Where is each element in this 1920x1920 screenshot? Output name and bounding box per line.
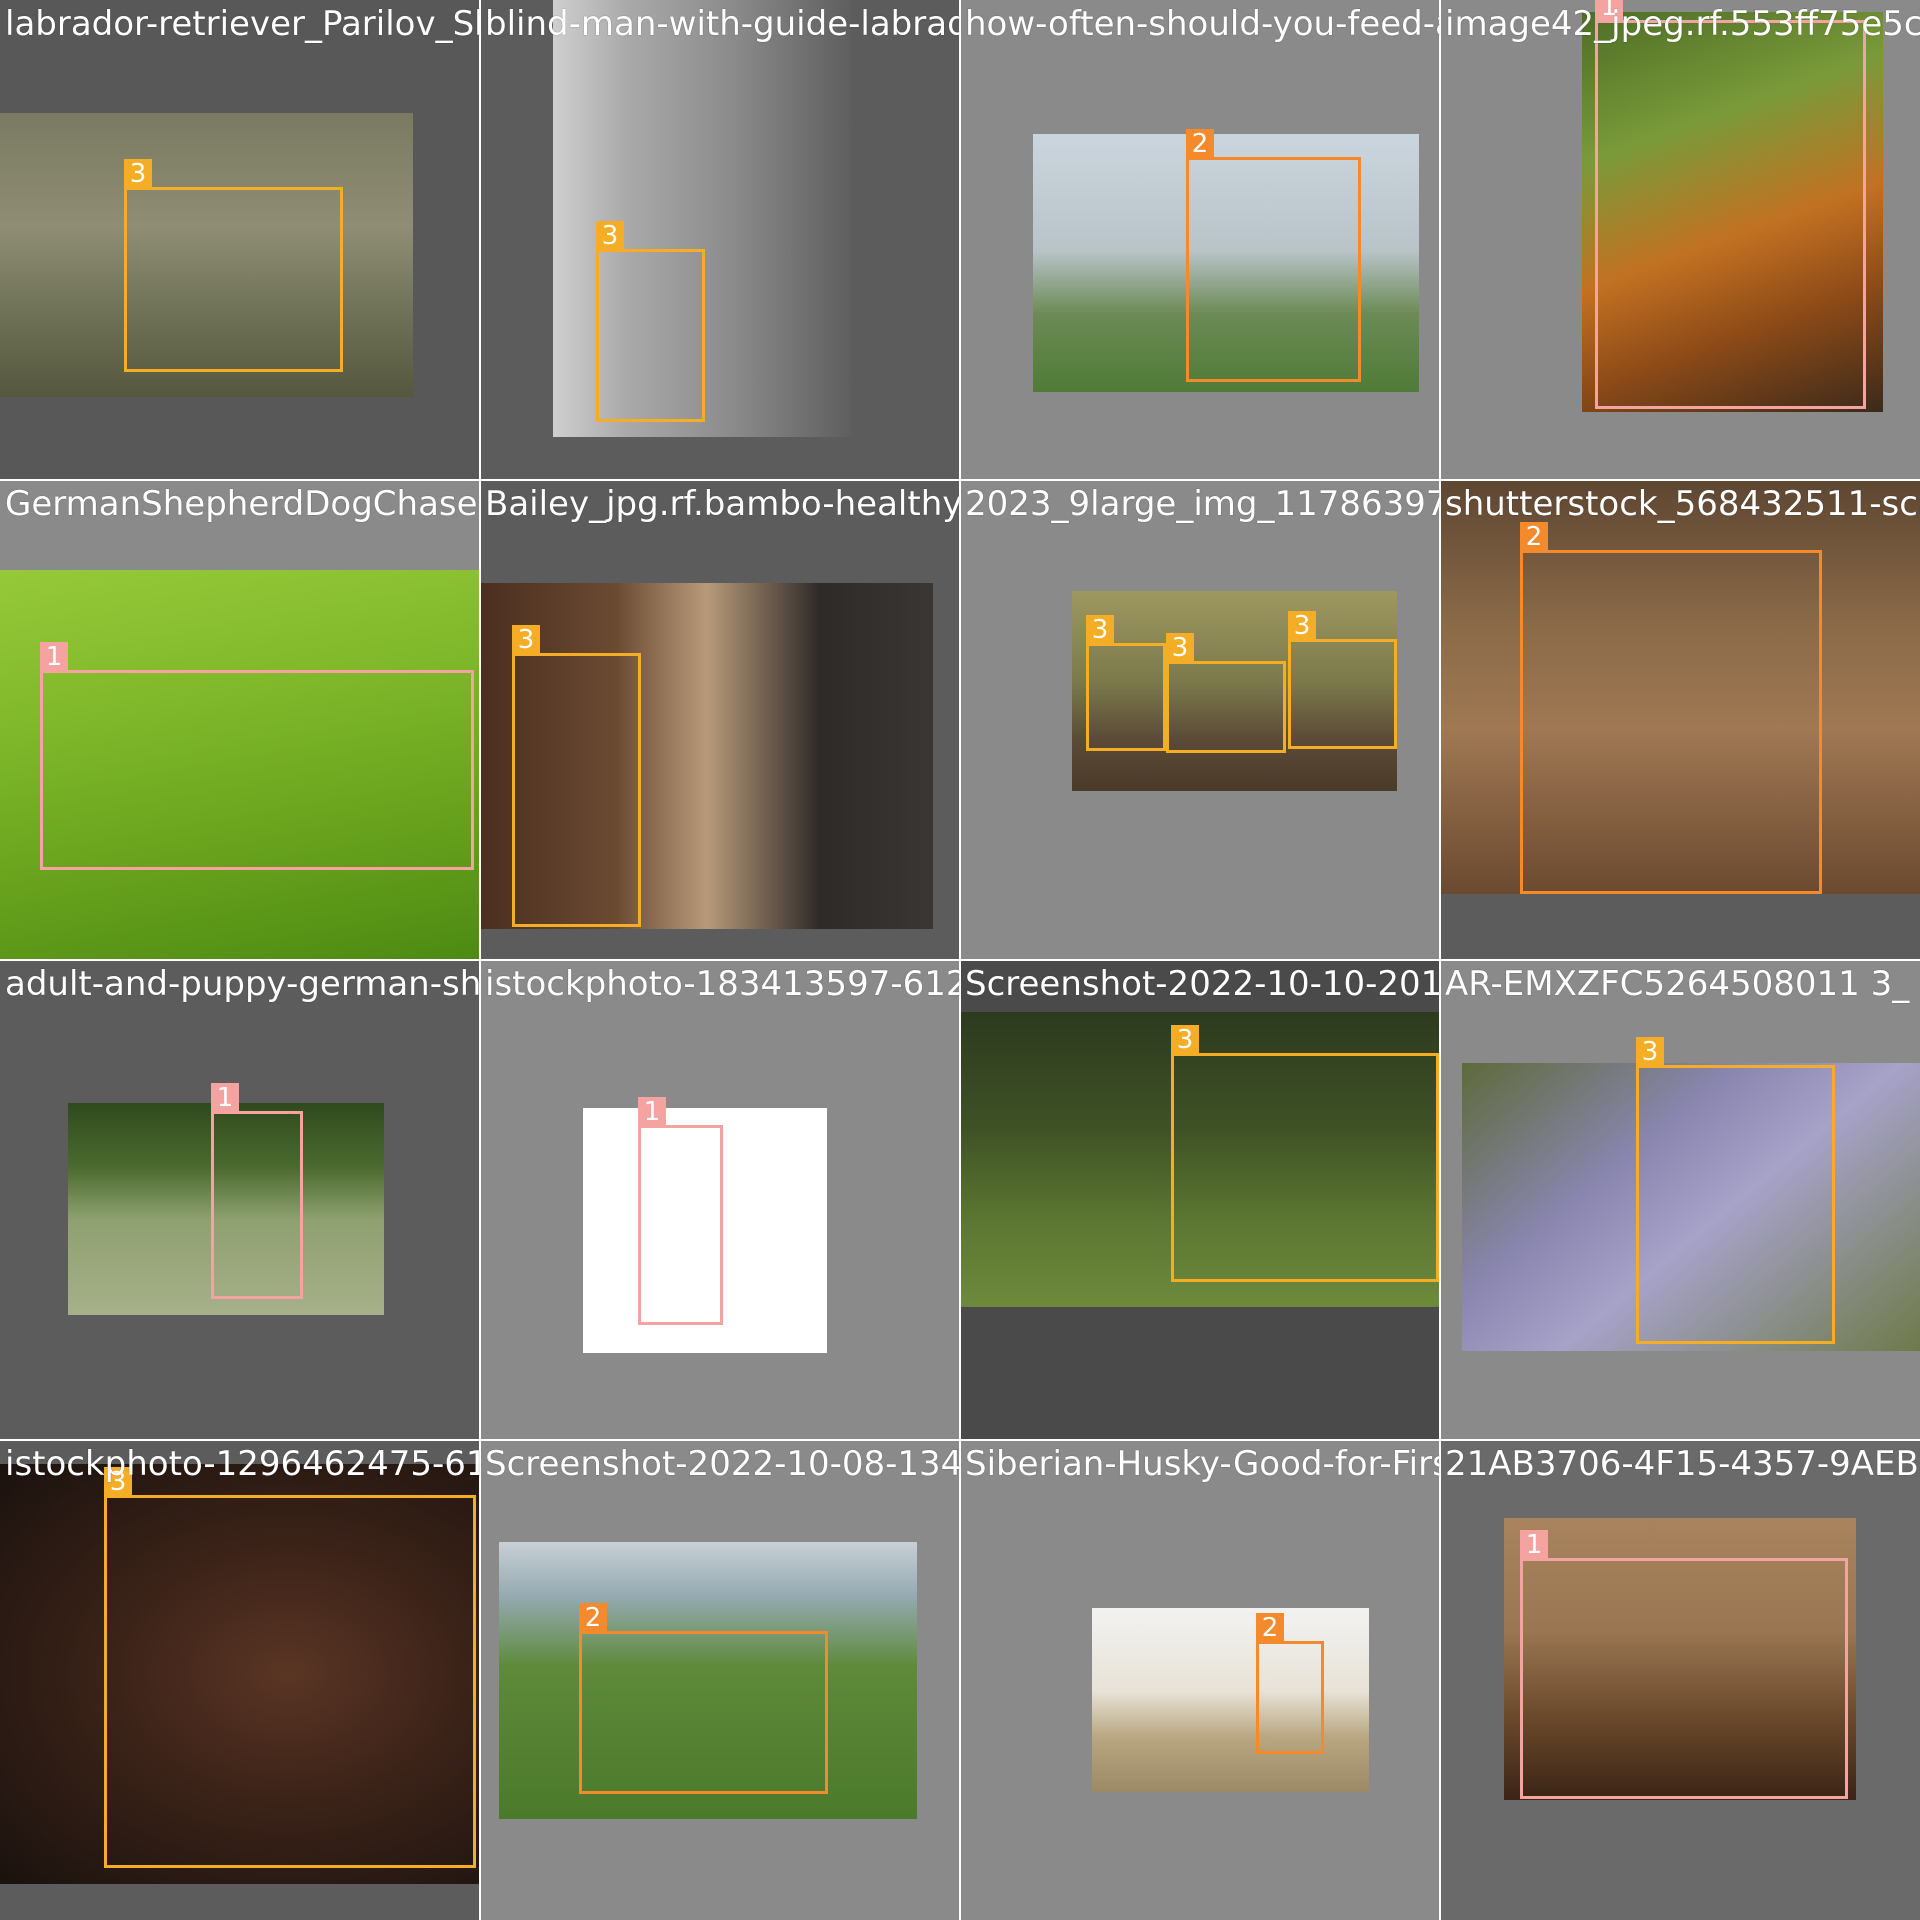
class-label: 1 bbox=[40, 642, 68, 672]
image-tile[interactable]: 3istockphoto-1296462475-612x612_jpg.rf.3… bbox=[0, 1440, 480, 1920]
bounding-box: 2 bbox=[579, 1603, 828, 1794]
image-tile[interactable]: 1 21AB3706-4F15-4357-9AEB bbox=[1440, 1440, 1920, 1920]
bounding-box: 3 bbox=[512, 625, 641, 927]
class-label: 3 bbox=[1171, 1025, 1199, 1055]
class-label: 3 bbox=[124, 159, 152, 189]
bounding-box: 3 bbox=[1166, 633, 1286, 753]
bounding-box: 3 bbox=[124, 159, 343, 372]
image-tile[interactable]: 3 Screenshot-2022-10-10-201733_png.rf.6 bbox=[960, 960, 1440, 1440]
grid-divider bbox=[1439, 0, 1441, 1920]
image-filename: blind-man-with-guide-labrador-dog-on-esc… bbox=[485, 4, 960, 44]
dog-photo bbox=[1092, 1608, 1369, 1792]
image-filename: Screenshot-2022-10-10-201733_png.rf.6 bbox=[965, 964, 1440, 1004]
image-filename: adult-and-puppy-german-shepherd-running bbox=[5, 964, 480, 1004]
class-label: 3 bbox=[1636, 1037, 1664, 1067]
image-tile[interactable]: 2 Siberian-Husky-Good-for-First-Time-Owne… bbox=[960, 1440, 1440, 1920]
image-tile[interactable]: 1 GermanShepherdDogChaseBall_jpg.rf.80a64 bbox=[0, 480, 480, 960]
image-filename: how-often-should-you-feed-a-husky bbox=[965, 4, 1440, 44]
bounding-box: 1 bbox=[1520, 1530, 1848, 1799]
image-tile[interactable]: 2 how-often-should-you-feed-a-husky bbox=[960, 0, 1440, 480]
class-label: 2 bbox=[579, 1603, 607, 1633]
image-filename: Bailey_jpg.rf.bambo-healthy-labrador bbox=[485, 484, 960, 524]
grid-divider bbox=[0, 1439, 1920, 1441]
image-tile[interactable]: 3 Bailey_jpg.rf.bambo-healthy-labrador bbox=[480, 480, 960, 960]
class-label: 3 bbox=[1166, 633, 1194, 663]
class-label: 3 bbox=[512, 625, 540, 655]
class-label: 3 bbox=[1288, 611, 1316, 641]
class-label: 1 bbox=[211, 1083, 239, 1113]
class-label: 3 bbox=[596, 221, 624, 251]
image-tile[interactable]: 1 adult-and-puppy-german-shepherd-running bbox=[0, 960, 480, 1440]
image-tile[interactable]: 3 3 3 2023_9large_img_117863974_jpeg bbox=[960, 480, 1440, 960]
bounding-box: 3 bbox=[104, 1467, 476, 1868]
image-tile[interactable]: 1 image42_jpeg.rf.553ff75e5c bbox=[1440, 0, 1920, 480]
bounding-box: 2 bbox=[1520, 522, 1822, 894]
bounding-box: 3 bbox=[1288, 611, 1397, 749]
image-filename: istockphoto-183413597-612x612_jpg.rf.39 bbox=[485, 964, 960, 1004]
bounding-box: 1 bbox=[40, 642, 474, 870]
image-filename: Screenshot-2022-10-08-134752_png.rf.139 bbox=[485, 1444, 960, 1484]
image-filename: 2023_9large_img_117863974_jpeg bbox=[965, 484, 1440, 524]
bounding-box: 3 bbox=[1171, 1025, 1439, 1282]
bounding-box: 3 bbox=[1086, 615, 1166, 751]
class-label: 1 bbox=[638, 1097, 666, 1127]
class-label: 3 bbox=[1086, 615, 1114, 645]
grid-divider bbox=[0, 959, 1920, 961]
class-label: 2 bbox=[1520, 522, 1548, 552]
bounding-box: 3 bbox=[1636, 1037, 1835, 1344]
image-filename: labrador-retriever_Parilov_Shutterstock bbox=[5, 4, 480, 44]
bounding-box: 3 bbox=[596, 221, 705, 422]
image-tile[interactable]: 2shutterstock_568432511-scaled bbox=[1440, 480, 1920, 960]
image-filename: Siberian-Husky-Good-for-First-Time-Owner… bbox=[965, 1444, 1440, 1484]
image-tile[interactable]: 1 istockphoto-183413597-612x612_jpg.rf.39 bbox=[480, 960, 960, 1440]
bounding-box: 2 bbox=[1186, 129, 1361, 382]
image-filename: istockphoto-1296462475-612x612_jpg.rf.36 bbox=[5, 1444, 480, 1484]
bounding-box: 2 bbox=[1256, 1613, 1324, 1754]
class-label: 1 bbox=[1520, 1530, 1548, 1560]
image-tile[interactable]: 3 AR-EMXZFC5264508011 3_ bbox=[1440, 960, 1920, 1440]
image-tile[interactable]: 2 Screenshot-2022-10-08-134752_png.rf.139 bbox=[480, 1440, 960, 1920]
image-filename: AR-EMXZFC5264508011 3_ bbox=[1445, 964, 1910, 1004]
image-filename: 21AB3706-4F15-4357-9AEB bbox=[1445, 1444, 1919, 1484]
mosaic-grid: 3 labrador-retriever_Parilov_Shutterstock… bbox=[0, 0, 1920, 1920]
image-filename: GermanShepherdDogChaseBall_jpg.rf.80a64 bbox=[5, 484, 480, 524]
bounding-box: 1 bbox=[211, 1083, 303, 1299]
bounding-box: 1 bbox=[638, 1097, 723, 1325]
image-filename: shutterstock_568432511-scaled bbox=[1445, 484, 1920, 524]
bounding-box: 1 bbox=[1595, 0, 1866, 409]
class-label: 2 bbox=[1186, 129, 1214, 159]
image-filename: image42_jpeg.rf.553ff75e5c bbox=[1445, 4, 1920, 44]
image-tile[interactable]: 3 blind-man-with-guide-labrador-dog-on-es… bbox=[480, 0, 960, 480]
class-label: 2 bbox=[1256, 1613, 1284, 1643]
image-tile[interactable]: 3 labrador-retriever_Parilov_Shutterstock bbox=[0, 0, 480, 480]
